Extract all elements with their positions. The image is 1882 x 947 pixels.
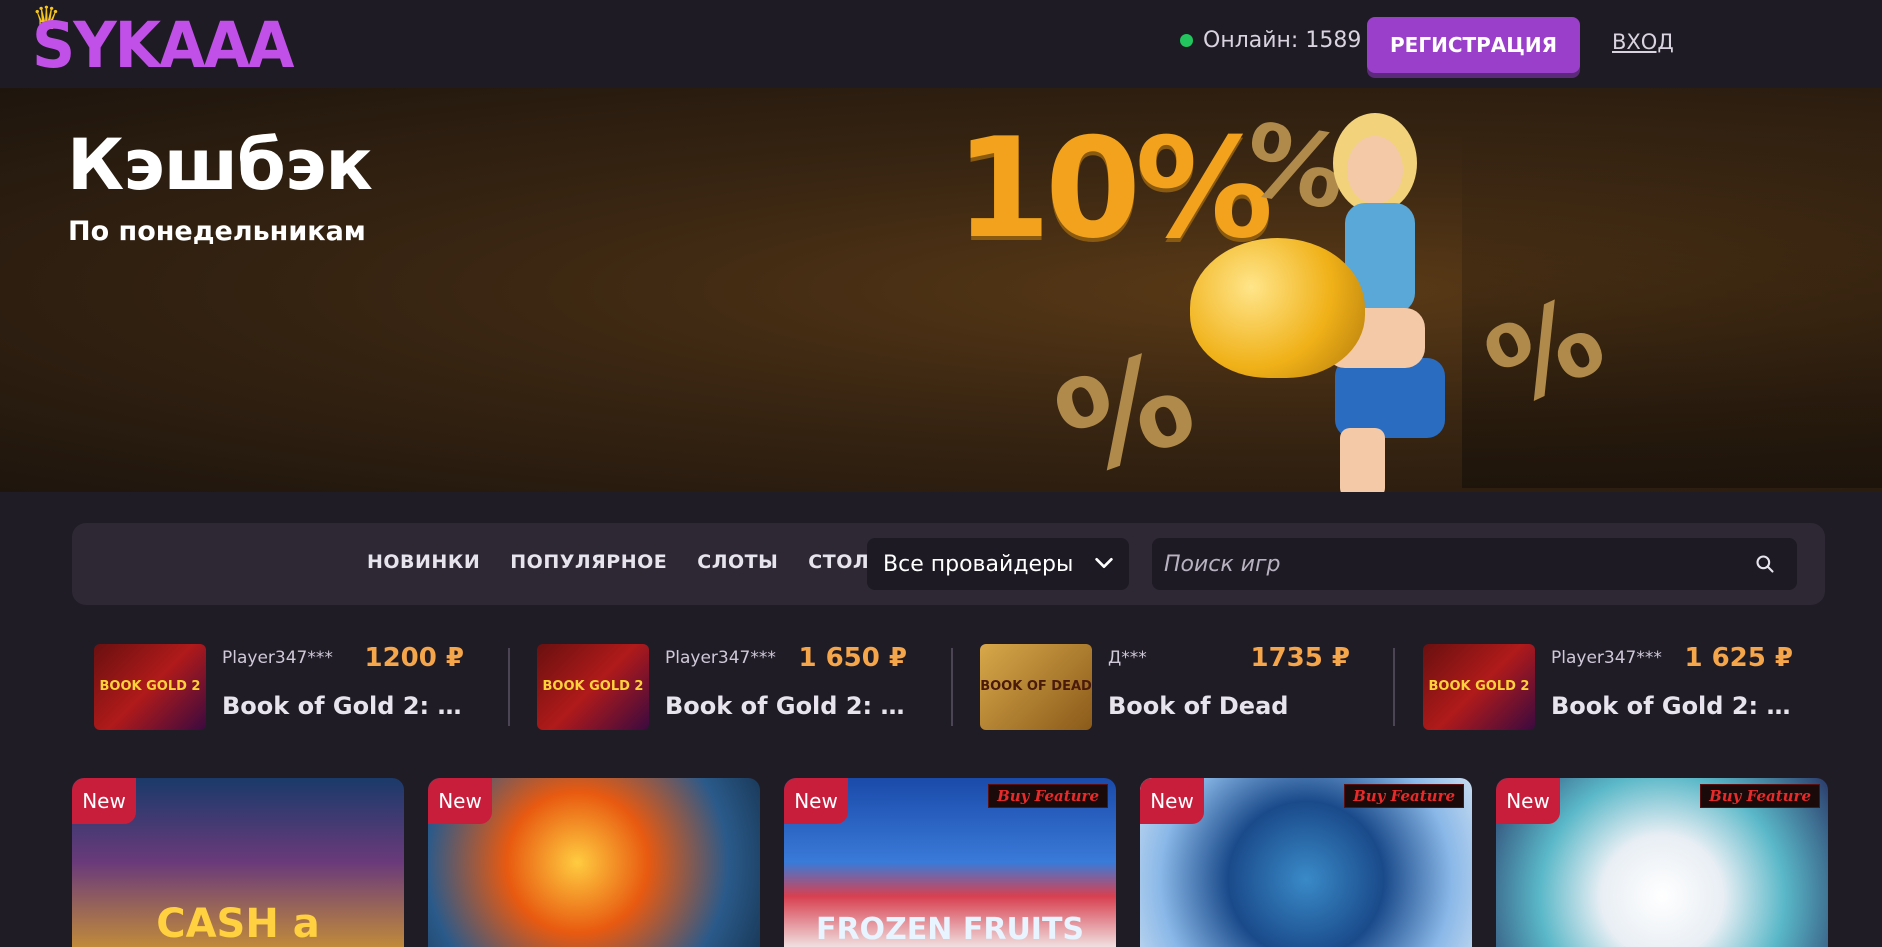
online-counter: Онлайн: 1589 bbox=[1180, 28, 1361, 53]
provider-select-value: Все провайдеры bbox=[883, 551, 1074, 577]
win-user: Player347*** bbox=[1551, 648, 1662, 668]
tab-slots[interactable]: СЛОТЫ bbox=[697, 551, 778, 573]
new-badge: New bbox=[428, 778, 492, 824]
tab-new[interactable]: НОВИНКИ bbox=[367, 551, 480, 573]
search-box bbox=[1152, 538, 1797, 590]
win-user: Player347*** bbox=[665, 648, 776, 668]
game-card[interactable]: New bbox=[428, 778, 760, 947]
win-game-title: Book of Dead bbox=[1108, 692, 1289, 720]
games-grid: CASH a New New FROZEN FRUITS New Buy Fea… bbox=[72, 778, 1828, 947]
provider-select[interactable]: Все провайдеры bbox=[867, 538, 1129, 590]
win-user: Player347*** bbox=[222, 648, 333, 668]
game-card[interactable]: New Buy Feature bbox=[1140, 778, 1472, 947]
divider bbox=[1393, 648, 1395, 726]
divider bbox=[951, 648, 953, 726]
game-filter-bar: НОВИНКИ ПОПУЛЯРНОЕ СЛОТЫ СТОЛЫ Все прова… bbox=[72, 523, 1825, 605]
online-label: Онлайн: 1589 bbox=[1203, 28, 1362, 53]
new-badge: New bbox=[1140, 778, 1204, 824]
win-game-title: Book of Gold 2: Double... bbox=[665, 692, 910, 720]
banner-subtitle: По понедельникам bbox=[68, 216, 366, 247]
win-amount: 1 625 ₽ bbox=[1684, 643, 1793, 673]
category-tabs: НОВИНКИ ПОПУЛЯРНОЕ СЛОТЫ СТОЛЫ bbox=[367, 551, 889, 573]
win-game-thumbnail: BOOK GOLD 2 bbox=[1423, 644, 1535, 730]
tab-popular[interactable]: ПОПУЛЯРНОЕ bbox=[510, 551, 667, 573]
game-card[interactable]: CASH a New bbox=[72, 778, 404, 947]
win-game-title: Book of Gold 2: Double... bbox=[1551, 692, 1796, 720]
online-status-icon bbox=[1180, 34, 1193, 47]
divider bbox=[508, 648, 510, 726]
site-header: ♛ SYKAAA Онлайн: 1589 РЕГИСТРАЦИЯ ВХОД bbox=[0, 0, 1882, 88]
promo-banner[interactable]: Кэшбэк По понедельникам 10% % % % bbox=[0, 88, 1882, 492]
win-amount: 1735 ₽ bbox=[1250, 643, 1350, 673]
game-card[interactable]: FROZEN FRUITS New Buy Feature bbox=[784, 778, 1116, 947]
piggy-bank-illustration bbox=[1190, 238, 1365, 378]
search-icon[interactable] bbox=[1755, 554, 1775, 574]
win-game-thumbnail: BOOK GOLD 2 bbox=[537, 644, 649, 730]
win-item[interactable]: BOOK GOLD 2 Player347*** 1 625 ₽ Book of… bbox=[1401, 640, 1801, 735]
recent-wins-ticker: BOOK GOLD 2 Player347*** 1200 ₽ Book of … bbox=[72, 640, 1825, 735]
buy-feature-badge: Buy Feature bbox=[988, 784, 1108, 808]
win-item[interactable]: BOOK OF DEAD Д*** 1735 ₽ Book of Dead bbox=[958, 640, 1358, 735]
win-user: Д*** bbox=[1108, 648, 1147, 668]
win-item[interactable]: BOOK GOLD 2 Player347*** 1200 ₽ Book of … bbox=[72, 640, 472, 735]
buy-feature-badge: Buy Feature bbox=[1344, 784, 1464, 808]
win-game-thumbnail: BOOK GOLD 2 bbox=[94, 644, 206, 730]
banner-title: Кэшбэк bbox=[67, 124, 373, 206]
chevron-down-icon bbox=[1095, 557, 1113, 569]
new-badge: New bbox=[72, 778, 136, 824]
new-badge: New bbox=[1496, 778, 1560, 824]
game-artwork-title: FROZEN FRUITS bbox=[815, 912, 1085, 947]
win-amount: 1200 ₽ bbox=[364, 643, 464, 673]
logo-text: SYKAAA bbox=[32, 9, 294, 83]
win-item[interactable]: BOOK GOLD 2 Player347*** 1 650 ₽ Book of… bbox=[515, 640, 915, 735]
new-badge: New bbox=[784, 778, 848, 824]
buy-feature-badge: Buy Feature bbox=[1700, 784, 1820, 808]
win-amount: 1 650 ₽ bbox=[798, 643, 907, 673]
logo[interactable]: ♛ SYKAAA bbox=[30, 2, 294, 84]
register-button[interactable]: РЕГИСТРАЦИЯ bbox=[1367, 17, 1580, 73]
game-card[interactable]: New Buy Feature bbox=[1496, 778, 1828, 947]
search-input[interactable] bbox=[1164, 538, 1734, 590]
game-artwork-title: CASH a bbox=[156, 901, 320, 947]
win-game-thumbnail: BOOK OF DEAD bbox=[980, 644, 1092, 730]
win-game-title: Book of Gold 2: Double... bbox=[222, 692, 467, 720]
login-link[interactable]: ВХОД bbox=[1612, 30, 1674, 54]
